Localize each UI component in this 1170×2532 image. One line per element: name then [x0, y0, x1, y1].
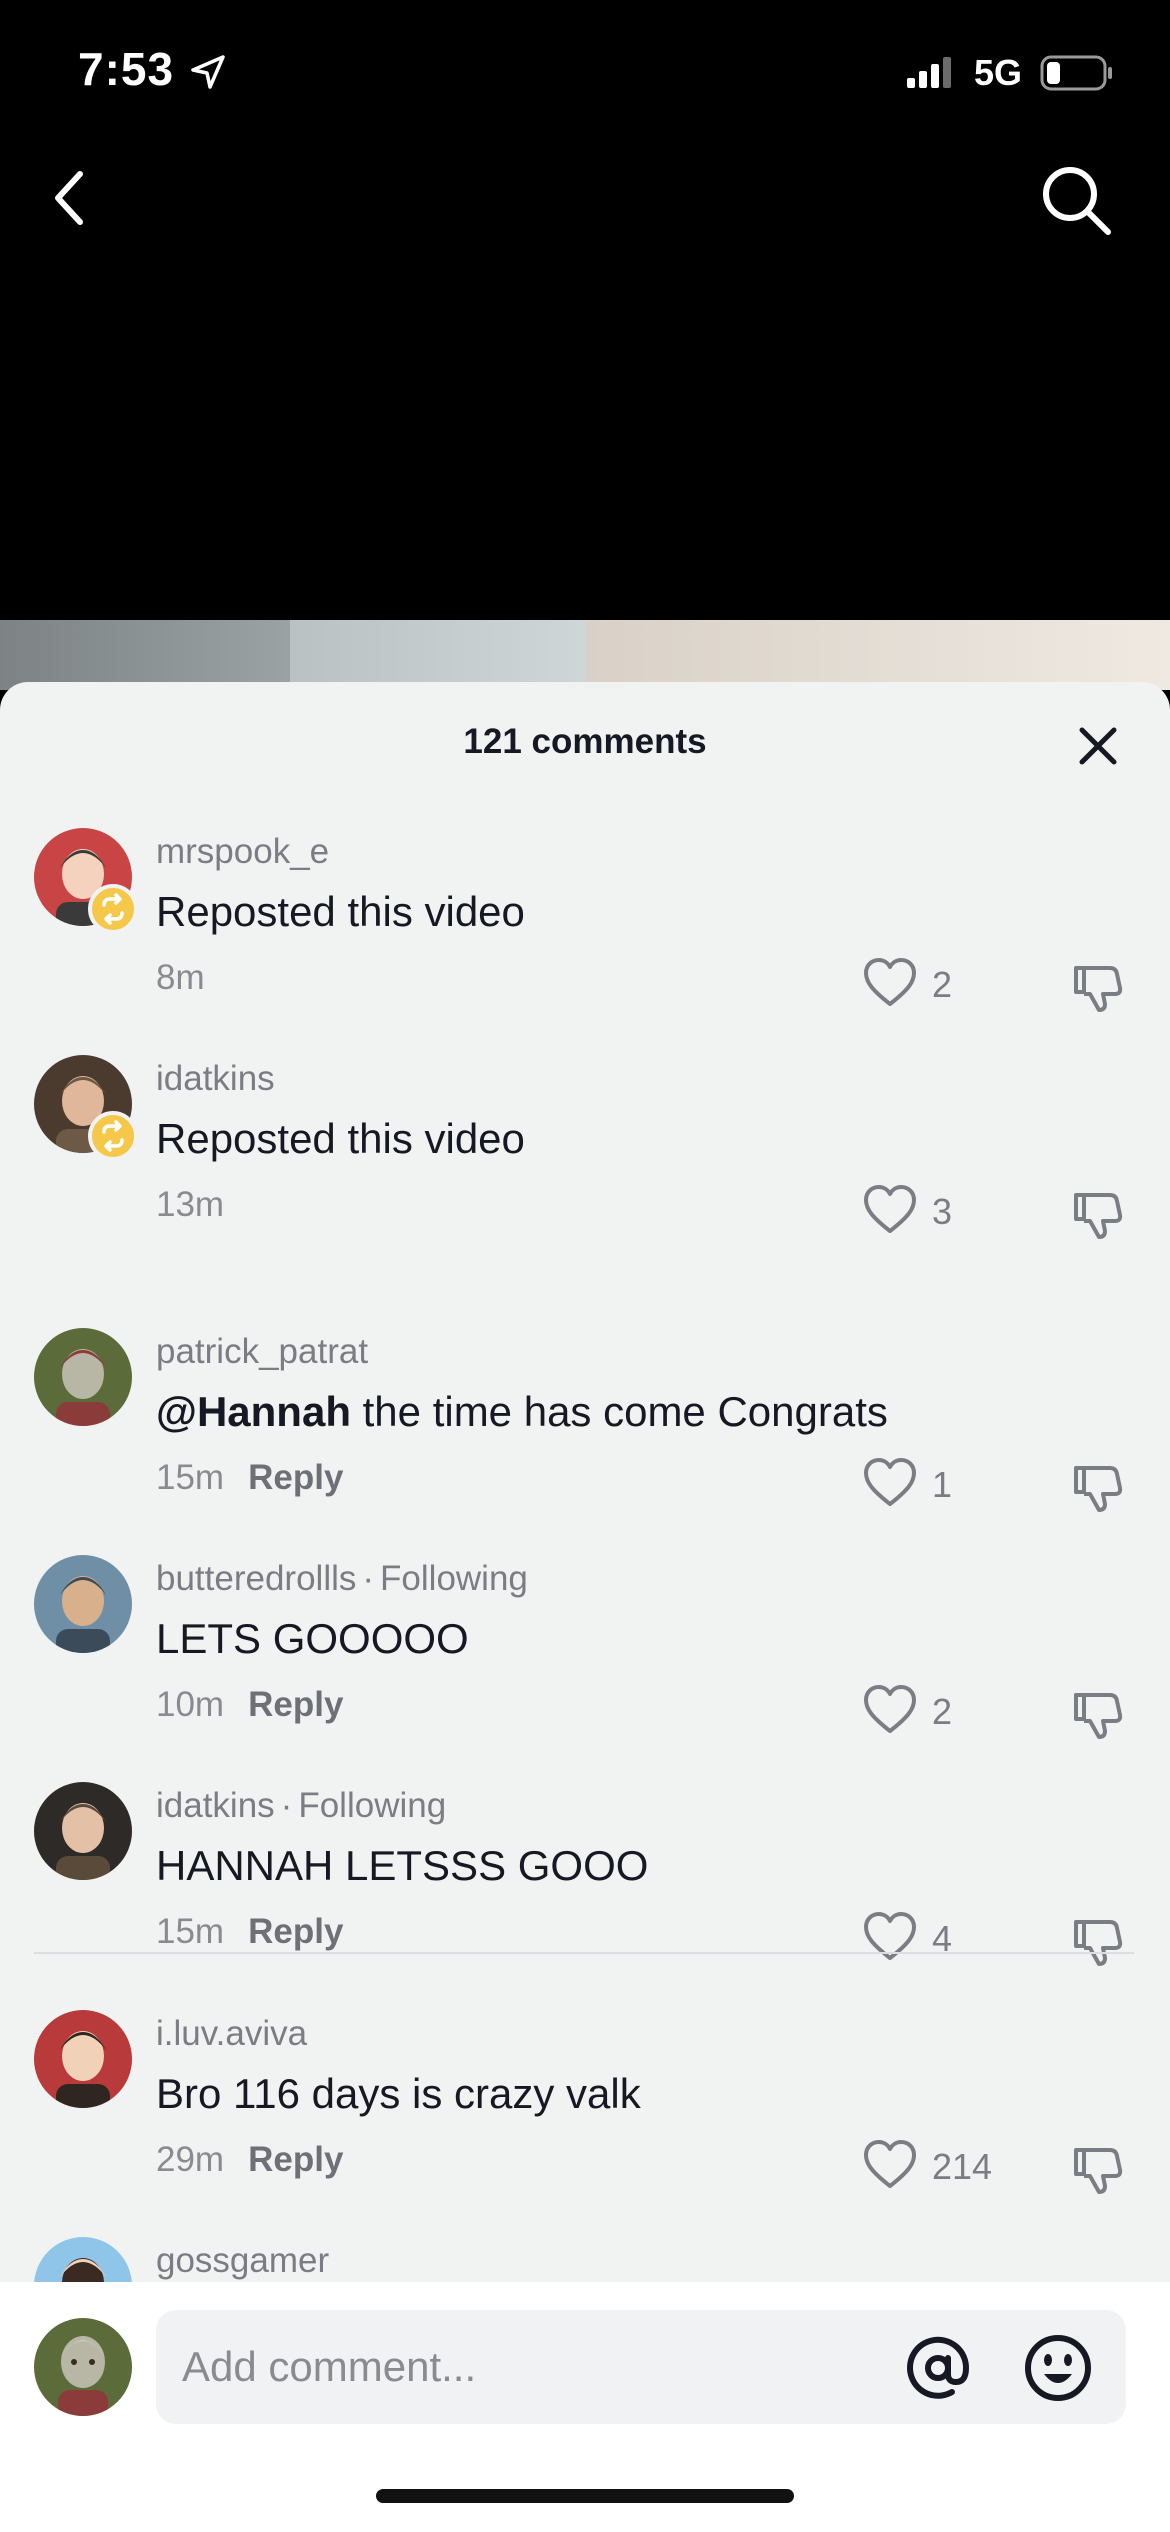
- like-count: 2: [932, 964, 953, 1005]
- comment-meta: 10m Reply: [156, 1685, 343, 1725]
- heart-icon[interactable]: [862, 2138, 918, 2190]
- comment-meta: 15m Reply: [156, 1458, 343, 1498]
- username-text[interactable]: butteredrollls: [156, 1559, 356, 1598]
- avatar: [34, 2318, 132, 2416]
- reply-button[interactable]: Reply: [248, 1685, 343, 1724]
- dislike-icon[interactable]: [1070, 2140, 1126, 2196]
- heart-icon[interactable]: [862, 1183, 918, 1235]
- comment-text: Reposted this video: [156, 888, 525, 936]
- comment-username[interactable]: gossgamer: [156, 2241, 329, 2281]
- following-label: Following: [380, 1559, 528, 1598]
- username-text[interactable]: idatkins: [156, 1786, 275, 1825]
- avatar[interactable]: [34, 1555, 132, 1653]
- repost-icon: [102, 1120, 124, 1152]
- comment-text: @Hannah the time has come Congrats: [156, 1388, 888, 1436]
- comment-username[interactable]: butteredrollls · Following: [156, 1559, 528, 1599]
- signal-icon: [907, 57, 951, 88]
- username-text[interactable]: i.luv.aviva: [156, 2014, 307, 2053]
- comment-username[interactable]: idatkins: [156, 1059, 275, 1099]
- status-time: 7:53: [78, 43, 175, 95]
- comment-username[interactable]: patrick_patrat: [156, 1332, 368, 1372]
- home-indicator: [376, 2489, 794, 2503]
- username-text[interactable]: mrspook_e: [156, 832, 329, 871]
- like-count: 2: [932, 1691, 953, 1732]
- comment-username[interactable]: i.luv.aviva: [156, 2014, 307, 2054]
- comment-meta: 29m Reply: [156, 2140, 343, 2180]
- battery-icon: [1040, 55, 1112, 91]
- location-arrow-icon: [191, 55, 225, 89]
- emoji-icon[interactable]: [1022, 2332, 1094, 2404]
- comment-time: 13m: [156, 1185, 225, 1224]
- comment-item[interactable]: mrspook_e Reposted this video 8m 2: [0, 828, 1170, 1048]
- comment-username[interactable]: mrspook_e: [156, 832, 329, 872]
- reply-button[interactable]: Reply: [248, 1458, 343, 1497]
- comment-input-container: [156, 2310, 1126, 2424]
- heart-icon[interactable]: [862, 956, 918, 1008]
- comment-item[interactable]: i.luv.aviva Bro 116 days is crazy valk 29m…: [0, 2010, 1170, 2230]
- like-count: 3: [932, 1191, 953, 1232]
- comment-item[interactable]: gossgamer: [0, 2237, 1170, 2282]
- repost-icon: [102, 893, 124, 925]
- comment-time: 10m: [156, 1685, 225, 1724]
- dislike-icon[interactable]: [1070, 1912, 1126, 1968]
- comment-time: 29m: [156, 2140, 225, 2179]
- repost-badge: [88, 1111, 138, 1161]
- username-text[interactable]: idatkins: [156, 1059, 275, 1098]
- back-chevron-icon[interactable]: [40, 160, 100, 236]
- comment-text: Reposted this video: [156, 1115, 525, 1163]
- avatar[interactable]: [34, 2010, 132, 2108]
- repost-badge: [88, 884, 138, 934]
- dislike-icon[interactable]: [1070, 1685, 1126, 1741]
- comment-time: 15m: [156, 1912, 225, 1951]
- reply-button[interactable]: Reply: [248, 1912, 343, 1951]
- comment-input[interactable]: [182, 2336, 902, 2398]
- comment-body: Reposted this video: [156, 888, 525, 935]
- mention-icon[interactable]: [902, 2332, 974, 2404]
- search-icon[interactable]: [1036, 160, 1116, 240]
- dislike-icon[interactable]: [1070, 1458, 1126, 1514]
- comment-meta: 15m Reply: [156, 1912, 343, 1952]
- comment-input-bar: [0, 2282, 1170, 2532]
- separator-dot: ·: [362, 1559, 375, 1598]
- following-label: Following: [298, 1786, 447, 1825]
- mention-link[interactable]: @Hannah: [156, 1388, 351, 1435]
- comment-username[interactable]: idatkins · Following: [156, 1786, 446, 1826]
- like-count: 1: [932, 1464, 953, 1505]
- comment-body: Reposted this video: [156, 1115, 525, 1162]
- avatar[interactable]: [34, 1328, 132, 1426]
- comment-list[interactable]: mrspook_e Reposted this video 8m 2 idatkins R…: [0, 682, 1170, 2282]
- comment-item[interactable]: idatkins · Following HANNAH LETSSS GOOO 15m R…: [0, 1782, 1170, 2002]
- heart-icon[interactable]: [862, 1910, 918, 1962]
- heart-icon[interactable]: [862, 1683, 918, 1735]
- separator-dot: ·: [280, 1786, 293, 1825]
- comment-body: the time has come Congrats: [350, 1388, 888, 1435]
- comment-text: HANNAH LETSSS GOOO: [156, 1842, 648, 1890]
- comment-body: HANNAH LETSSS GOOO: [156, 1842, 649, 1889]
- video-preview[interactable]: [0, 620, 1170, 690]
- status-bar: 7:53 5G: [0, 0, 1170, 150]
- divider: [34, 1952, 1134, 1954]
- comment-body: LETS GOOOOO: [156, 1615, 469, 1662]
- comments-sheet: 121 comments mrspook_e Reposted this vide…: [0, 682, 1170, 2532]
- avatar[interactable]: [34, 1782, 132, 1880]
- comment-item[interactable]: butteredrollls · Following LETS GOOOOO 10m Re…: [0, 1555, 1170, 1775]
- heart-icon[interactable]: [862, 1456, 918, 1508]
- dislike-icon[interactable]: [1070, 958, 1126, 1014]
- network-label: 5G: [974, 52, 1023, 93]
- comment-item[interactable]: idatkins Reposted this video 13m 3: [0, 1055, 1170, 1275]
- comment-body: Bro 116 days is crazy valk: [156, 2070, 641, 2117]
- comment-meta: 13m: [156, 1185, 224, 1225]
- comment-meta: 8m: [156, 958, 205, 998]
- comment-time: 15m: [156, 1458, 225, 1497]
- reply-button[interactable]: Reply: [248, 2140, 343, 2179]
- username-text[interactable]: gossgamer: [156, 2241, 329, 2280]
- like-count: 214: [932, 2146, 993, 2187]
- username-text[interactable]: patrick_patrat: [156, 1332, 368, 1371]
- dislike-icon[interactable]: [1070, 1185, 1126, 1241]
- comment-text: Bro 116 days is crazy valk: [156, 2070, 641, 2118]
- comment-time: 8m: [156, 958, 205, 997]
- comment-item[interactable]: patrick_patrat @Hannah the time has come …: [0, 1328, 1170, 1548]
- avatar[interactable]: [34, 2237, 132, 2282]
- comment-text: LETS GOOOOO: [156, 1615, 469, 1663]
